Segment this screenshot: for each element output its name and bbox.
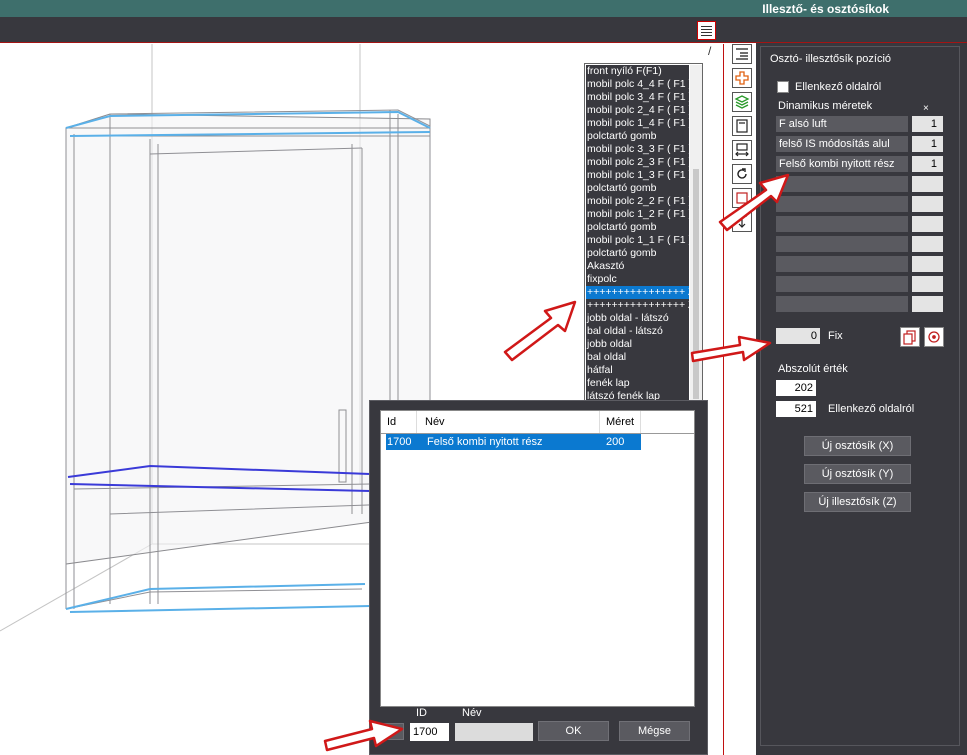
window-title: Illesztő- és osztósíkok — [762, 2, 889, 16]
layer-list-item[interactable]: fixpolc — [586, 273, 689, 286]
dynamic-row-value[interactable]: 1 — [912, 116, 943, 132]
dynamic-row-name[interactable]: felső IS módosítás alul — [776, 136, 908, 152]
layer-list-items: front nyíló F(F1) mobil polc 4_4 F ( F1 )… — [586, 65, 689, 400]
panel-title: Osztó- illesztősík pozíció — [770, 53, 892, 65]
id-input[interactable]: 1700 — [410, 723, 449, 741]
table-row[interactable]: 1700 Felső kombi nyitott rész 200 — [386, 434, 641, 450]
layer-list-item[interactable]: polctartó gomb — [586, 182, 689, 195]
dynamic-row-name[interactable] — [776, 256, 908, 272]
row-name: Felső kombi nyitott rész — [427, 436, 543, 448]
opposite-side-label: Ellenkező oldalról — [795, 81, 882, 93]
title-bar: Illesztő- és osztósíkok — [0, 0, 967, 17]
dynamic-row-value[interactable] — [912, 256, 943, 272]
layer-list-item[interactable]: mobil polc 1_3 F ( F1 ) — [586, 169, 689, 182]
layers-icon[interactable] — [732, 92, 752, 112]
opposite-value-field[interactable]: 521 — [776, 401, 816, 417]
id-label: ID — [416, 707, 427, 719]
dynamic-close-icon[interactable]: × — [923, 103, 929, 114]
dynamic-row-value[interactable] — [912, 196, 943, 212]
layer-list-item[interactable]: fenék lap — [586, 377, 689, 390]
layer-list-item[interactable]: ++++++++++++++++ Z — [586, 286, 689, 299]
layer-list-item[interactable]: mobil polc 1_1 F ( F1 ) — [586, 234, 689, 247]
dynamic-sizes-header: Dinamikus méretek — [778, 100, 873, 112]
layer-list-item[interactable]: mobil polc 3_4 F ( F1 ) — [586, 91, 689, 104]
layer-list-item[interactable]: polctartó gomb — [586, 247, 689, 260]
layer-list[interactable]: front nyíló F(F1) mobil polc 4_4 F ( F1 )… — [584, 63, 703, 401]
options-icon[interactable] — [380, 723, 404, 740]
layer-list-item[interactable]: mobil polc 4_4 F ( F1 ) — [586, 78, 689, 91]
indent-list-icon[interactable] — [732, 44, 752, 64]
layer-list-item[interactable]: ++++++++++++++++ Z — [586, 299, 689, 312]
opposite-value-label: Ellenkező oldalról — [828, 403, 915, 415]
fix-value-field[interactable]: 0 — [776, 328, 820, 344]
fix-label: Fix — [828, 330, 843, 342]
layer-list-item[interactable]: mobil polc 2_3 F ( F1 ) — [586, 156, 689, 169]
layer-list-item[interactable]: jobb oldal — [586, 338, 689, 351]
layer-list-item[interactable]: mobil polc 2_2 F ( F1 ) — [586, 195, 689, 208]
absolute-value-field[interactable]: 202 — [776, 380, 816, 396]
dynamic-row-name[interactable] — [776, 236, 908, 252]
list-view-icon[interactable] — [697, 21, 716, 40]
row-size: 200 — [606, 436, 625, 448]
dynamic-row-name[interactable]: F alsó luft — [776, 116, 908, 132]
layer-list-item[interactable]: mobil polc 1_2 F ( F1 ) — [586, 208, 689, 221]
ok-button[interactable]: OK — [538, 721, 609, 741]
dynamic-row-name[interactable] — [776, 296, 908, 312]
layer-list-item[interactable]: bal oldal - látszó — [586, 325, 689, 338]
new-fitting-z-button[interactable]: Új illesztősík (Z) — [804, 492, 911, 512]
column-name[interactable]: Név — [417, 411, 600, 433]
layer-list-item[interactable]: jobb oldal - látszó — [586, 312, 689, 325]
layer-list-item[interactable]: hátfal — [586, 364, 689, 377]
dynamic-row-name[interactable] — [776, 196, 908, 212]
dynamic-row-value[interactable] — [912, 216, 943, 232]
layer-list-item[interactable]: polctartó gomb — [586, 221, 689, 234]
layer-list-item[interactable]: mobil polc 1_4 F ( F1 ) — [586, 117, 689, 130]
column-size[interactable]: Méret — [600, 411, 641, 433]
copy-icon[interactable] — [900, 327, 920, 347]
dynamic-row-value[interactable] — [912, 176, 943, 192]
new-divider-x-button[interactable]: Új osztósík (X) — [804, 436, 911, 456]
dynamic-row-name[interactable] — [776, 276, 908, 292]
layer-list-item[interactable]: Akasztó — [586, 260, 689, 273]
dynamic-row-value[interactable] — [912, 296, 943, 312]
column-id[interactable]: Id — [381, 411, 417, 433]
target-icon[interactable] — [924, 327, 944, 347]
down-arrow-icon[interactable] — [732, 212, 752, 232]
name-label: Név — [462, 707, 482, 719]
viewport-corner-mark: / — [708, 44, 712, 58]
layer-list-scrollbar[interactable] — [690, 65, 702, 400]
top-toolbar — [0, 17, 967, 43]
layer-list-item[interactable]: mobil polc 2_4 F ( F1 ) — [586, 104, 689, 117]
cancel-button[interactable]: Mégse — [619, 721, 690, 741]
name-input[interactable] — [455, 723, 533, 741]
layer-list-item[interactable]: mobil polc 3_3 F ( F1 ) — [586, 143, 689, 156]
layer-list-item[interactable]: polctartó gomb — [586, 130, 689, 143]
rotate-icon[interactable] — [732, 164, 752, 184]
dynamic-row-name[interactable]: Felső kombi nyitott rész — [776, 156, 908, 172]
width-arrow-icon[interactable] — [732, 140, 752, 160]
id-table[interactable]: Id Név Méret 1700 Felső kombi nyitott ré… — [380, 410, 695, 707]
page-icon[interactable] — [732, 116, 752, 136]
dynamic-row-name[interactable] — [776, 176, 908, 192]
layer-list-item[interactable]: front nyíló F(F1) — [586, 65, 689, 78]
dynamic-row-value[interactable] — [912, 276, 943, 292]
dynamic-row-value[interactable]: 1 — [912, 156, 943, 172]
layer-list-item[interactable]: bal oldal — [586, 351, 689, 364]
dynamic-row-value[interactable]: 1 — [912, 136, 943, 152]
dynamic-row-value[interactable] — [912, 236, 943, 252]
opposite-side-checkbox[interactable] — [777, 81, 789, 93]
new-divider-y-button[interactable]: Új osztósík (Y) — [804, 464, 911, 484]
add-plus-icon[interactable] — [732, 68, 752, 88]
row-id: 1700 — [387, 436, 412, 448]
frame-icon[interactable] — [732, 188, 752, 208]
absolute-value-label: Abszolút érték — [778, 363, 848, 375]
dynamic-row-name[interactable] — [776, 216, 908, 232]
